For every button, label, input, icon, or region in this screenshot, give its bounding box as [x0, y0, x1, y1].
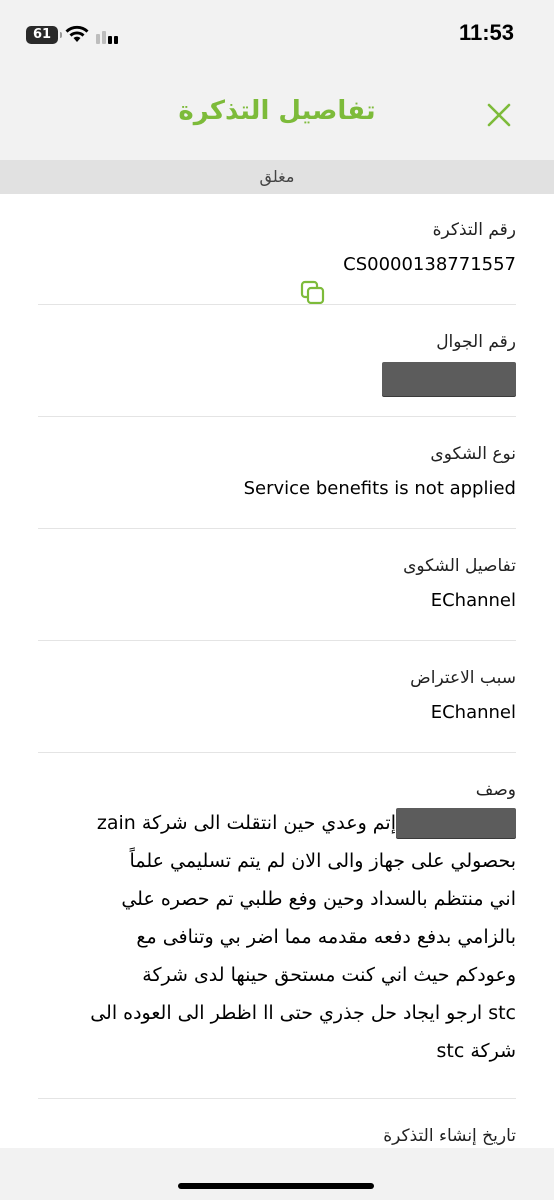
description-label: وصف — [475, 780, 516, 800]
ticket-details-screen: 61 11:53 تفاصيل التذكرة مغلق رقم التذكرة… — [0, 0, 554, 1200]
description-line: وعودكم حيث اني كنت مستحق حينها لدى شركة — [142, 964, 516, 986]
ticket-number-label: رقم التذكرة — [432, 220, 516, 240]
complaint-type-label: نوع الشكوى — [430, 444, 516, 464]
description-line: بحصولي على جهاز والى الان لم يتم تسليمي … — [129, 850, 516, 872]
header: تفاصيل التذكرة — [0, 70, 554, 160]
creation-date-label: تاريخ إنشاء التذكرة — [383, 1126, 516, 1146]
complaint-details-value: EChannel — [430, 590, 516, 611]
objection-reason-value: EChannel — [430, 702, 516, 723]
complaint-details-field: تفاصيل الشكوى EChannel — [38, 556, 516, 611]
mobile-number-field: رقم الجوال — [38, 332, 516, 402]
copy-icon[interactable] — [300, 280, 326, 306]
divider — [38, 528, 516, 529]
description-line: شركة stc — [436, 1040, 516, 1062]
wifi-icon — [65, 25, 89, 42]
divider — [38, 640, 516, 641]
complaint-type-field: نوع الشكوى Service benefits is not appli… — [38, 444, 516, 499]
divider — [38, 416, 516, 417]
mobile-number-label: رقم الجوال — [436, 332, 516, 352]
cellular-signal-icon — [96, 31, 118, 44]
status-time: 11:53 — [458, 20, 514, 45]
ticket-details-list: رقم التذكرة CS0000138771557 رقم الجوال ن… — [0, 194, 554, 1154]
divider — [38, 752, 516, 753]
battery-icon: 61 — [26, 26, 62, 44]
divider — [38, 304, 516, 305]
ticket-status-badge: مغلق — [0, 160, 554, 194]
objection-reason-field: سبب الاعتراض EChannel — [38, 668, 516, 723]
redacted-text — [396, 808, 516, 838]
description-line: إتم وعدي حين انتقلت الى شركة zain — [84, 804, 516, 842]
description-line: stc ارجو ايجاد حل جذري حتى اا اظطر الى ا… — [90, 1002, 516, 1024]
ticket-number-field: رقم التذكرة CS0000138771557 — [38, 220, 516, 305]
complaint-type-value: Service benefits is not applied — [243, 478, 516, 499]
objection-reason-label: سبب الاعتراض — [410, 668, 516, 688]
redacted-mobile-number — [382, 362, 516, 396]
complaint-details-label: تفاصيل الشكوى — [403, 556, 516, 576]
bottom-bar — [0, 1148, 554, 1200]
description-field: وصف إتم وعدي حين انتقلت الى شركة zain بح… — [38, 780, 516, 1070]
home-indicator[interactable] — [178, 1183, 374, 1189]
description-line: اني منتظم بالسداد وحين وفع طلبي تم حصره … — [121, 888, 516, 910]
status-bar: 61 11:53 — [0, 0, 554, 70]
divider — [38, 1098, 516, 1099]
creation-date-field: تاريخ إنشاء التذكرة — [38, 1126, 516, 1146]
ticket-number-value: CS0000138771557 — [343, 254, 516, 275]
description-line: بالزامي بدفع دفعه مقدمه مما اضر بي وتناف… — [136, 926, 516, 948]
page-title: تفاصيل التذكرة — [178, 96, 376, 126]
description-text: إتم وعدي حين انتقلت الى شركة zain بحصولي… — [84, 804, 516, 1070]
